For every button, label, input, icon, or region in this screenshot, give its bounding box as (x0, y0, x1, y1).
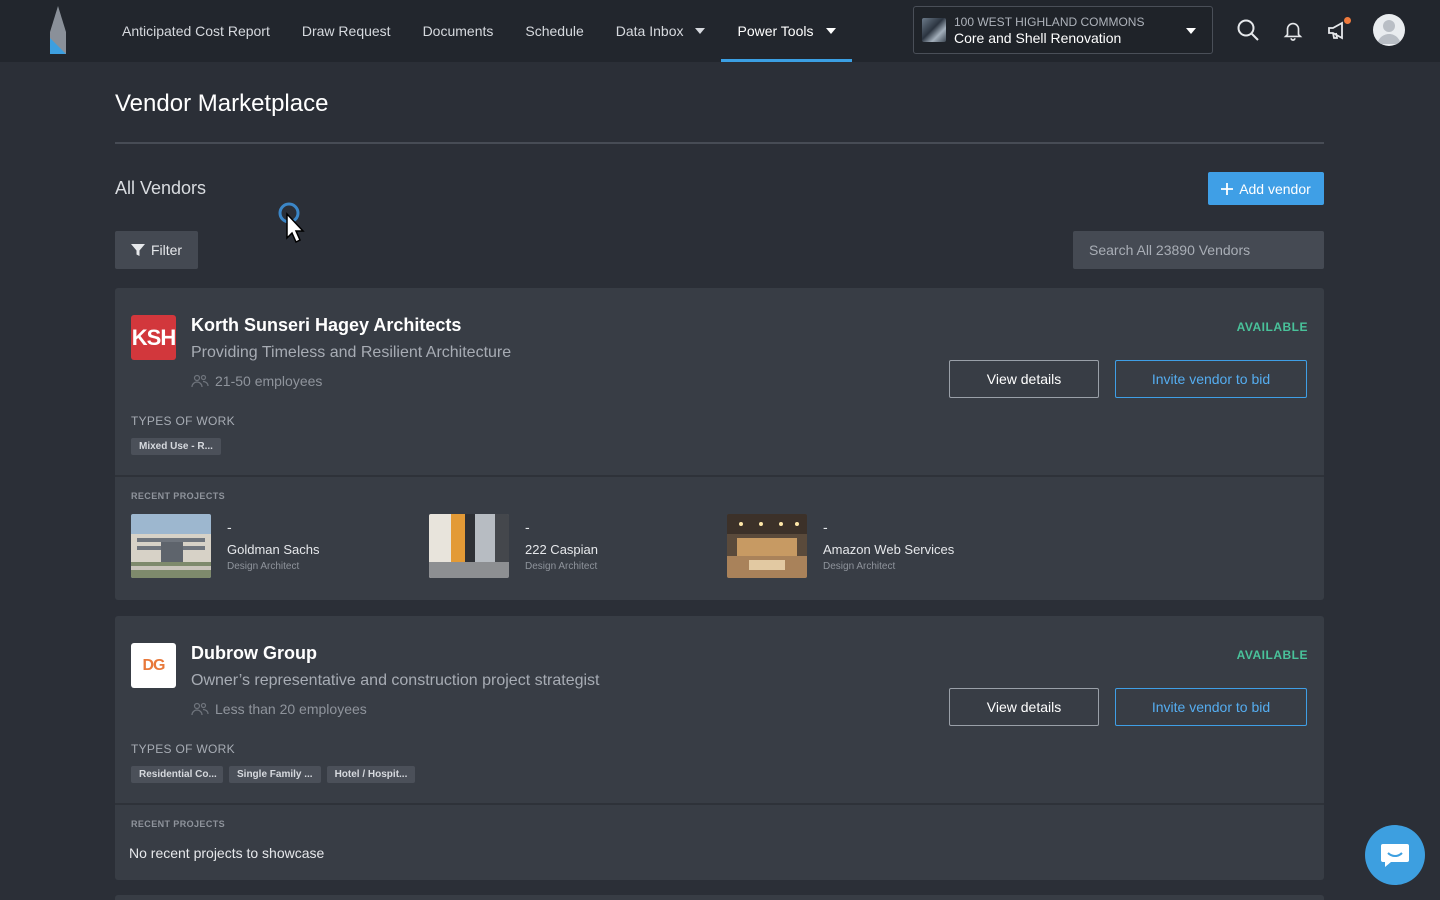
nav-link-data-inbox[interactable]: Data Inbox (600, 0, 722, 62)
chevron-down-icon (825, 28, 836, 34)
vendor-card: DG Dubrow Group Owner’s representative a… (115, 616, 1324, 880)
nav-label: Draw Request (301, 23, 391, 39)
avatar[interactable] (1373, 14, 1405, 46)
nav-label: Documents (422, 23, 494, 39)
recent-projects-label: RECENT PROJECTS (131, 491, 226, 501)
project-client: Amazon Web Services (823, 542, 955, 557)
nav-links: Anticipated Cost Report Draw Request Doc… (106, 0, 852, 62)
project-thumbnail (922, 18, 946, 42)
mouse-cursor-icon (278, 202, 305, 244)
nav-label: Data Inbox (615, 23, 684, 39)
filter-button[interactable]: Filter (115, 231, 198, 269)
vendor-employees: 21-50 employees (191, 373, 322, 389)
app-logo[interactable] (46, 6, 70, 54)
project-title: - (227, 519, 232, 535)
work-type-chip: Mixed Use - R... (131, 438, 221, 455)
vendor-card: KSH Korth Sunseri Hagey Architects Provi… (115, 288, 1324, 600)
card-divider (115, 475, 1324, 477)
invite-vendor-button[interactable]: Invite vendor to bid (1115, 688, 1307, 726)
view-details-label: View details (986, 699, 1062, 715)
nav-link-documents[interactable]: Documents (407, 0, 510, 62)
vendor-card (115, 895, 1324, 900)
project-info: - 222 Caspian Design Architect (525, 514, 598, 578)
nav-link-power-tools[interactable]: Power Tools (721, 0, 852, 62)
notification-dot (1344, 17, 1351, 24)
project-info: - Amazon Web Services Design Architect (823, 514, 954, 578)
title-divider (115, 142, 1324, 144)
nav-label: Power Tools (737, 23, 814, 39)
recent-project[interactable]: - 222 Caspian Design Architect (429, 514, 598, 578)
invite-label: Invite vendor to bid (1151, 699, 1271, 715)
section-title: All Vendors (115, 178, 207, 198)
work-type-chip: Hotel / Hospit... (326, 766, 416, 783)
types-of-work-chips: Residential Co... Single Family ... Hote… (131, 766, 416, 783)
project-client: Goldman Sachs (227, 542, 320, 557)
project-selector[interactable]: 100 WEST HIGHLAND COMMONS Core and Shell… (913, 6, 1213, 54)
recent-projects-label: RECENT PROJECTS (131, 819, 226, 829)
vendor-logo-text: KSH (131, 324, 176, 350)
bell-icon[interactable] (1277, 14, 1309, 46)
recent-project[interactable]: - Goldman Sachs Design Architect (131, 514, 320, 578)
chevron-down-icon (1186, 28, 1196, 34)
status-badge: AVAILABLE (1236, 648, 1308, 662)
project-image (429, 514, 509, 578)
view-details-button[interactable]: View details (949, 360, 1099, 398)
search-icon[interactable] (1232, 14, 1264, 46)
project-title: - (525, 519, 530, 535)
project-name: 100 WEST HIGHLAND COMMONS (954, 15, 1145, 29)
chevron-down-icon (695, 28, 706, 34)
vendor-tagline: Providing Timeless and Resilient Archite… (191, 344, 512, 361)
add-vendor-button[interactable]: Add vendor (1208, 172, 1324, 205)
vendor-search-input[interactable] (1073, 231, 1324, 269)
project-client: 222 Caspian (525, 542, 598, 557)
view-details-label: View details (986, 371, 1062, 387)
view-details-button[interactable]: View details (949, 688, 1099, 726)
megaphone-icon[interactable] (1322, 14, 1354, 46)
project-role: Design Architect (823, 561, 896, 572)
project-role: Design Architect (525, 561, 598, 572)
vendor-name[interactable]: Dubrow Group (191, 643, 317, 664)
plus-icon (1221, 182, 1234, 195)
types-of-work-chips: Mixed Use - R... (131, 438, 221, 455)
project-info: - Goldman Sachs Design Architect (227, 514, 320, 578)
nav-link-schedule[interactable]: Schedule (509, 0, 599, 62)
project-image (727, 514, 807, 578)
invite-label: Invite vendor to bid (1151, 371, 1271, 387)
invite-vendor-button[interactable]: Invite vendor to bid (1115, 360, 1307, 398)
nav-label: Anticipated Cost Report (122, 23, 270, 39)
project-title: - (823, 519, 828, 535)
people-icon (191, 702, 209, 716)
types-of-work-label: TYPES OF WORK (131, 414, 235, 428)
top-navigation: Anticipated Cost Report Draw Request Doc… (0, 0, 1440, 62)
card-divider (115, 803, 1324, 805)
types-of-work-label: TYPES OF WORK (131, 742, 235, 756)
vendor-logo-text: DG (142, 656, 166, 674)
filter-icon (130, 244, 145, 256)
vendor-tagline: Owner’s representative and construction … (191, 672, 600, 689)
project-image (131, 514, 211, 578)
recent-project[interactable]: - Amazon Web Services Design Architect (727, 514, 954, 578)
vendor-logo: DG (131, 643, 176, 688)
people-icon (191, 374, 209, 388)
vendor-name[interactable]: Korth Sunseri Hagey Architects (191, 315, 461, 336)
status-badge: AVAILABLE (1236, 320, 1308, 334)
no-projects-text: No recent projects to showcase (129, 845, 325, 861)
work-type-chip: Single Family ... (229, 766, 321, 783)
employees-label: Less than 20 employees (215, 701, 367, 717)
vendor-employees: Less than 20 employees (191, 701, 367, 717)
project-phase: Core and Shell Renovation (954, 30, 1122, 46)
filter-label: Filter (150, 242, 183, 258)
chat-icon (1381, 844, 1409, 867)
work-type-chip: Residential Co... (131, 766, 223, 783)
chat-widget-button[interactable] (1365, 825, 1425, 885)
nav-link-draw-request[interactable]: Draw Request (286, 0, 407, 62)
nav-label: Schedule (525, 23, 584, 39)
nav-link-anticipated-cost-report[interactable]: Anticipated Cost Report (106, 0, 286, 62)
project-role: Design Architect (227, 561, 300, 572)
add-vendor-label: Add vendor (1239, 180, 1311, 197)
project-selector-text: 100 WEST HIGHLAND COMMONS Core and Shell… (954, 14, 1144, 46)
vendor-logo: KSH (131, 315, 176, 360)
page-title: Vendor Marketplace (115, 90, 329, 117)
employees-label: 21-50 employees (215, 373, 323, 389)
